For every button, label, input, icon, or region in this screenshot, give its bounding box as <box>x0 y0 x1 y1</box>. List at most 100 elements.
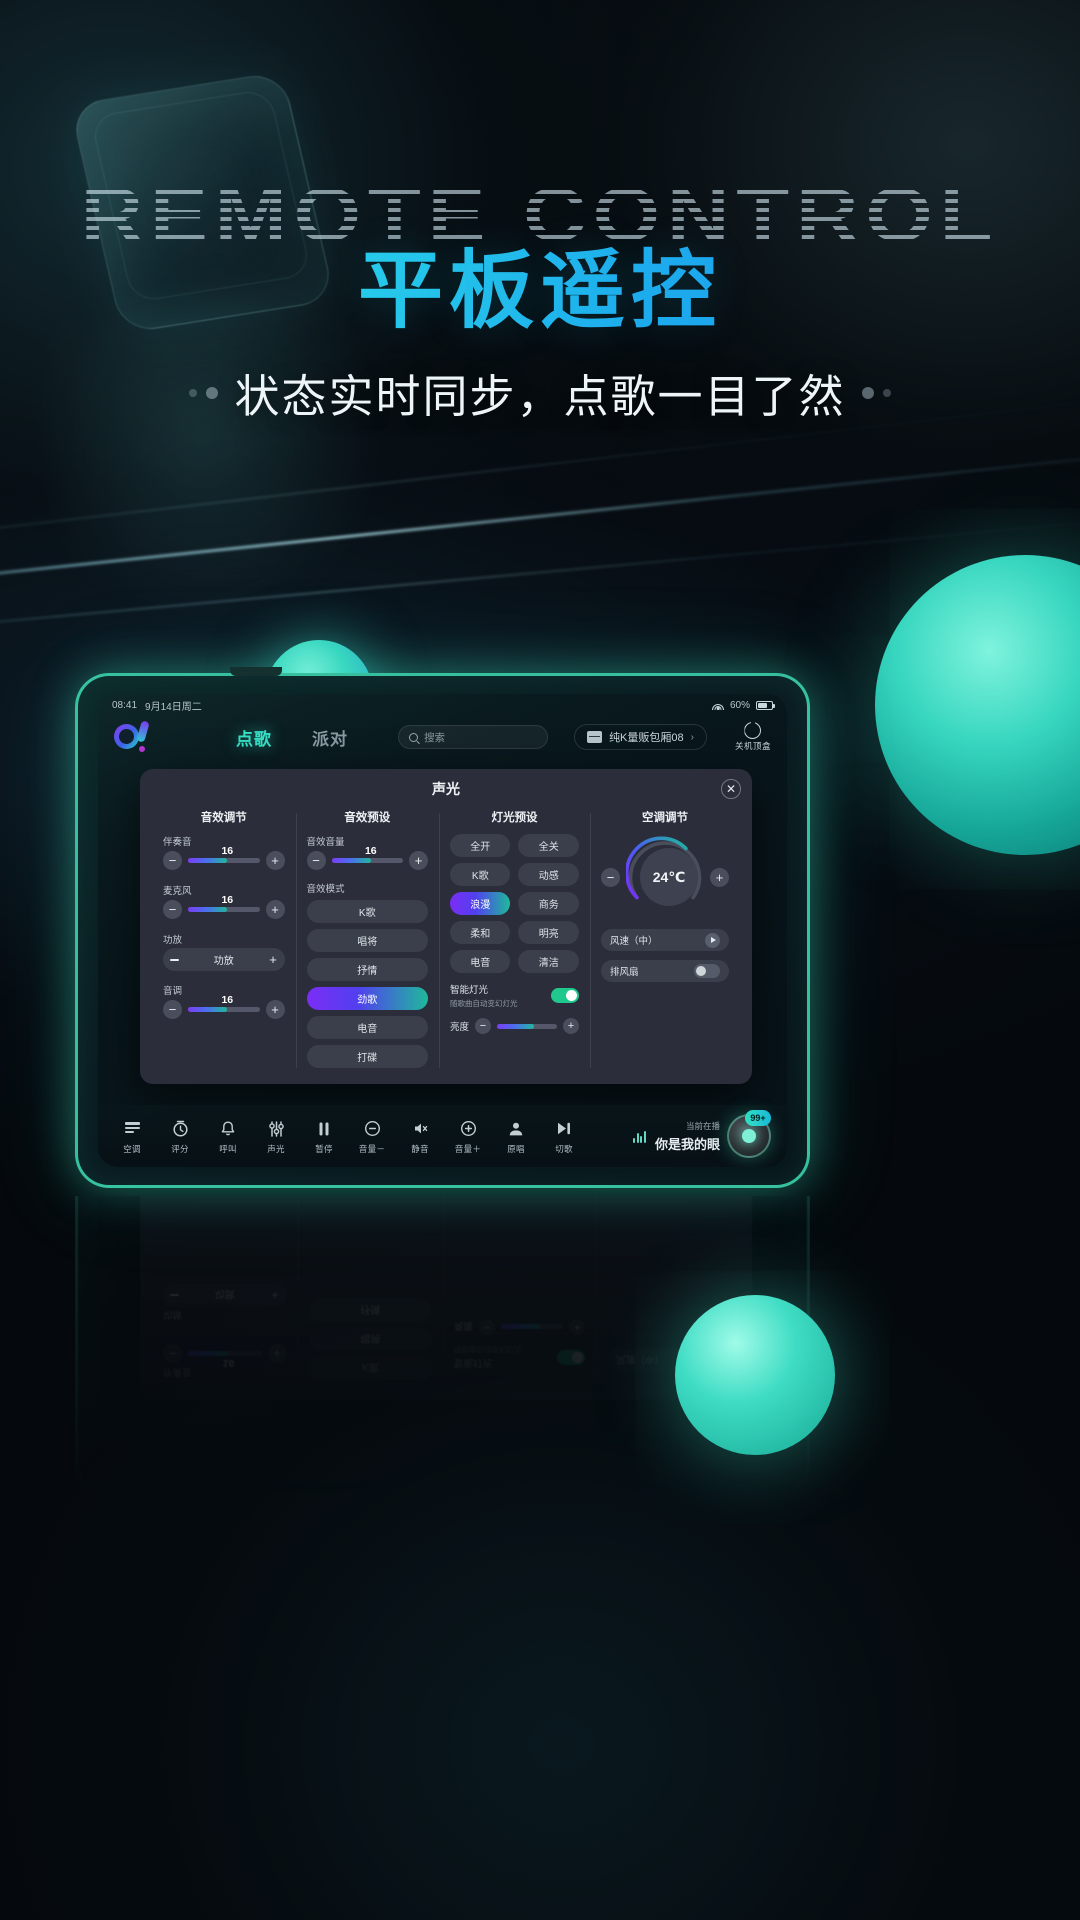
right-dots <box>861 386 891 399</box>
search-input[interactable]: 搜索 <box>398 725 549 749</box>
plus-button[interactable]: + <box>265 850 285 870</box>
ac-temp-plus-button[interactable]: + <box>709 867 729 887</box>
slider-value: 16 <box>221 993 234 1006</box>
column-ac-control: 空调调节 − 24℃ + 风速（中） 排风扇 <box>589 809 740 1076</box>
now-playing-song: 你是我的眼 <box>654 1136 720 1152</box>
tablet-device: 08:41 9月14日周二 60% 点歌 派对 搜索 纯K量贩包厢08 › 关机… <box>75 667 810 1188</box>
toolbar-mute[interactable]: 静音 <box>396 1118 444 1155</box>
ac-temp-minus-button[interactable]: − <box>600 867 620 887</box>
toolbar-volume-down[interactable]: 音量－ <box>348 1118 396 1155</box>
status-time: 08:41 <box>112 699 138 711</box>
brightness-minus-button[interactable]: − <box>475 1018 492 1034</box>
light-preset-electronic[interactable]: 电音 <box>450 950 511 973</box>
wifi-icon <box>711 701 724 710</box>
slider-track[interactable]: 16 <box>188 845 260 863</box>
toolbar-ac[interactable]: 空调 <box>108 1118 156 1155</box>
minus-button[interactable]: − <box>306 850 326 870</box>
toolbar-pause[interactable]: 暂停 <box>300 1118 348 1155</box>
exhaust-fan-button[interactable]: 排风扇 <box>600 960 729 982</box>
slider-pitch[interactable]: − 16 + <box>163 994 285 1020</box>
smart-light-toggle[interactable] <box>550 988 579 1003</box>
equalizer-icon <box>633 1130 646 1143</box>
tablet-camera-notch <box>230 667 282 676</box>
light-preset-clean[interactable]: 清洁 <box>518 950 579 973</box>
tab-party[interactable]: 派对 <box>312 725 348 750</box>
status-bar-right: 60% <box>711 699 775 711</box>
fan-speed-button[interactable]: 风速（中） <box>600 929 729 951</box>
audio-mode-dj[interactable]: 打碟 <box>306 1045 428 1068</box>
light-preset-soft[interactable]: 柔和 <box>450 921 511 944</box>
amplifier-plus-button[interactable]: + <box>265 951 282 968</box>
slider-track[interactable]: 16 <box>331 845 403 863</box>
column-title: 灯光预设 <box>491 812 538 824</box>
audio-mode-dynamic[interactable]: 劲歌 <box>306 987 428 1010</box>
slider-effect-volume[interactable]: − 16 + <box>306 845 428 871</box>
power-icon <box>744 722 762 739</box>
room-name: 纯K量贩包厢08 <box>609 732 684 744</box>
brightness-label: 亮度 <box>450 1022 470 1033</box>
exhaust-fan-toggle[interactable] <box>693 964 720 978</box>
audio-mode-ktv[interactable]: K歌 <box>306 900 428 923</box>
toolbar-sound-light[interactable]: 声光 <box>252 1118 300 1155</box>
column-title: 音效调节 <box>200 812 247 824</box>
audio-mode-lyrical[interactable]: 抒情 <box>306 958 428 981</box>
power-off-button[interactable]: 关机顶盒 <box>735 722 771 752</box>
slider-track[interactable]: 16 <box>188 894 260 912</box>
brightness-plus-button[interactable]: + <box>562 1018 579 1034</box>
brightness-slider-track[interactable] <box>497 1023 557 1029</box>
toolbar-original-vocal[interactable]: 原唱 <box>492 1118 540 1155</box>
audio-mode-electronic[interactable]: 电音 <box>306 1016 428 1039</box>
toolbar-label: 空调 <box>123 1143 141 1154</box>
light-preset-ktv[interactable]: K歌 <box>450 863 511 886</box>
light-preset-romantic[interactable]: 浪漫 <box>450 892 511 915</box>
amplifier-minus-button[interactable] <box>166 951 183 968</box>
toolbar-next-song[interactable]: 切歌 <box>540 1118 588 1155</box>
dialog-columns: 音效调节 伴奏音 − 16 + 麦克风 − 16 + 功放 功放 + 音调 − … <box>140 799 752 1076</box>
slider-track[interactable]: 16 <box>188 994 260 1012</box>
light-preset-business[interactable]: 商务 <box>518 892 579 915</box>
slider-value: 16 <box>364 844 377 857</box>
tab-song-selection[interactable]: 点歌 <box>236 725 272 750</box>
pause-icon <box>300 1118 348 1140</box>
plus-button[interactable]: + <box>265 899 285 919</box>
dot <box>861 386 874 399</box>
queue-knob-button[interactable]: 99+ <box>727 1110 771 1158</box>
toolbar-score[interactable]: 评分 <box>156 1118 204 1155</box>
sound-light-dialog: 声光 ✕ 音效调节 伴奏音 − 16 + 麦克风 − 16 + 功放 功放 + … <box>140 769 752 1084</box>
slider-value: 16 <box>221 844 234 857</box>
slider-microphone[interactable]: − 16 + <box>163 894 285 920</box>
minus-button[interactable]: − <box>163 899 182 919</box>
toolbar-label: 音量－ <box>358 1143 386 1154</box>
slider-accompaniment[interactable]: − 16 + <box>163 845 285 871</box>
battery-percent: 60% <box>729 699 750 711</box>
queue-count-badge: 99+ <box>745 1110 771 1126</box>
smart-light-row: 智能灯光 随歌曲自动变幻灯光 <box>450 982 579 1009</box>
toolbar-call[interactable]: 呼叫 <box>204 1118 252 1155</box>
sliders-icon <box>252 1118 300 1140</box>
amplifier-stepper[interactable]: 功放 + <box>163 948 285 971</box>
minus-button[interactable]: − <box>163 999 182 1019</box>
plus-button[interactable]: + <box>265 999 285 1019</box>
ac-temperature-dial[interactable]: 24℃ <box>625 834 704 920</box>
now-playing-area[interactable]: 当前在播 你是我的眼 99+ <box>633 1110 777 1158</box>
light-preset-all-off[interactable]: 全关 <box>518 834 579 857</box>
audio-mode-singer[interactable]: 唱将 <box>306 929 428 952</box>
close-icon[interactable]: ✕ <box>721 779 741 799</box>
slider-value: 16 <box>221 893 234 906</box>
mute-icon <box>396 1118 444 1140</box>
volume-up-icon <box>444 1118 492 1140</box>
light-preset-all-on[interactable]: 全开 <box>450 834 511 857</box>
minus-button[interactable]: − <box>163 850 182 870</box>
toolbar-label: 切歌 <box>555 1143 573 1154</box>
light-preset-dynamic[interactable]: 动感 <box>518 863 579 886</box>
fan-speed-label: 风速（中） <box>609 936 658 947</box>
power-button-label: 关机顶盒 <box>734 741 771 751</box>
toolbar-volume-up[interactable]: 音量＋ <box>444 1118 492 1155</box>
dialog-title: 声光 <box>432 781 460 797</box>
light-preset-bright[interactable]: 明亮 <box>518 921 579 944</box>
room-selector[interactable]: 纯K量贩包厢08 › <box>574 724 707 750</box>
smart-light-title: 智能灯光 <box>450 985 489 996</box>
background-glow-bottom <box>0 1220 1080 1920</box>
next-song-icon <box>540 1118 588 1140</box>
plus-button[interactable]: + <box>409 850 428 870</box>
